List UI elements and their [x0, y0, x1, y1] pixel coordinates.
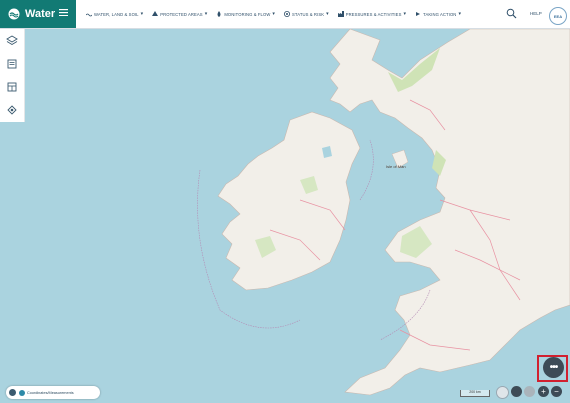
- coordinates-label: Coordinates/Measurements: [27, 390, 74, 395]
- search-icon[interactable]: [506, 8, 517, 19]
- nav-label: WATER, LAND & SOIL: [94, 11, 139, 17]
- globe-icon: [19, 389, 25, 396]
- help-link[interactable]: HELP: [530, 11, 542, 16]
- zoom-in-icon[interactable]: +: [538, 386, 549, 397]
- top-bar: Water WATER, LAND & SOIL ▾ PROTECTED ARE…: [0, 0, 570, 29]
- chevron-down-icon: ▾: [403, 11, 407, 17]
- status-icon: [284, 11, 291, 17]
- chevron-down-icon: ▾: [326, 11, 329, 17]
- chevron-down-icon: ▾: [204, 11, 208, 17]
- map-label-isle-of-man: Isle of Man: [386, 164, 406, 169]
- home-icon[interactable]: [496, 386, 509, 399]
- nav-pressures-activities[interactable]: PRESSURES & ACTIVITIES ▾: [337, 11, 407, 17]
- basemap[interactable]: [0, 29, 570, 403]
- chevron-down-icon: ▾: [458, 11, 462, 17]
- chevron-down-icon: ▾: [140, 11, 144, 17]
- water-logo-icon: [8, 8, 20, 20]
- nav-monitoring-flow[interactable]: MONITORING & FLOW ▾: [216, 11, 275, 17]
- basemap-gallery-icon[interactable]: [6, 104, 18, 116]
- nav-label: TAKING ACTION: [423, 11, 457, 17]
- protected-areas-icon: [152, 11, 159, 16]
- nav-label: PRESSURES & ACTIVITIES: [345, 11, 402, 17]
- chevron-down-icon: ▾: [272, 11, 276, 17]
- main-nav: WATER, LAND & SOIL ▾ PROTECTED AREAS ▾ M…: [86, 0, 470, 28]
- nav-protected-areas[interactable]: PROTECTED AREAS ▾: [152, 11, 207, 17]
- action-icon: [416, 12, 421, 16]
- more-options-button[interactable]: •••: [543, 357, 564, 378]
- nav-taking-action[interactable]: TAKING ACTION ▾: [415, 11, 461, 17]
- nav-label: PROTECTED AREAS: [160, 11, 203, 17]
- map-tools-panel: [0, 29, 25, 122]
- hamburger-menu-icon[interactable]: [59, 9, 68, 16]
- brand: Water: [0, 0, 76, 28]
- map-canvas[interactable]: [0, 29, 570, 403]
- factory-icon: [337, 11, 344, 17]
- zoom-out-icon[interactable]: −: [551, 386, 562, 397]
- layers-icon[interactable]: [6, 35, 18, 47]
- compass-icon[interactable]: [511, 386, 522, 397]
- nav-label: MONITORING & FLOW: [224, 11, 271, 17]
- play-icon[interactable]: [9, 389, 16, 396]
- eea-logo[interactable]: EEA: [549, 7, 567, 25]
- nav-water-land-soil[interactable]: WATER, LAND & SOIL ▾: [86, 11, 143, 17]
- water-land-icon: [86, 13, 92, 17]
- legend-list-icon[interactable]: [6, 58, 18, 70]
- water-drop-icon: [217, 11, 221, 17]
- app-title: Water: [25, 8, 56, 20]
- nav-status-risk[interactable]: STATUS & RISK ▾: [284, 11, 329, 17]
- locate-icon[interactable]: [524, 386, 535, 397]
- table-icon[interactable]: [6, 81, 18, 93]
- nav-label: STATUS & RISK: [292, 11, 325, 17]
- scale-bar: 200 km: [460, 390, 490, 397]
- coordinates-widget[interactable]: Coordinates/Measurements: [6, 386, 100, 399]
